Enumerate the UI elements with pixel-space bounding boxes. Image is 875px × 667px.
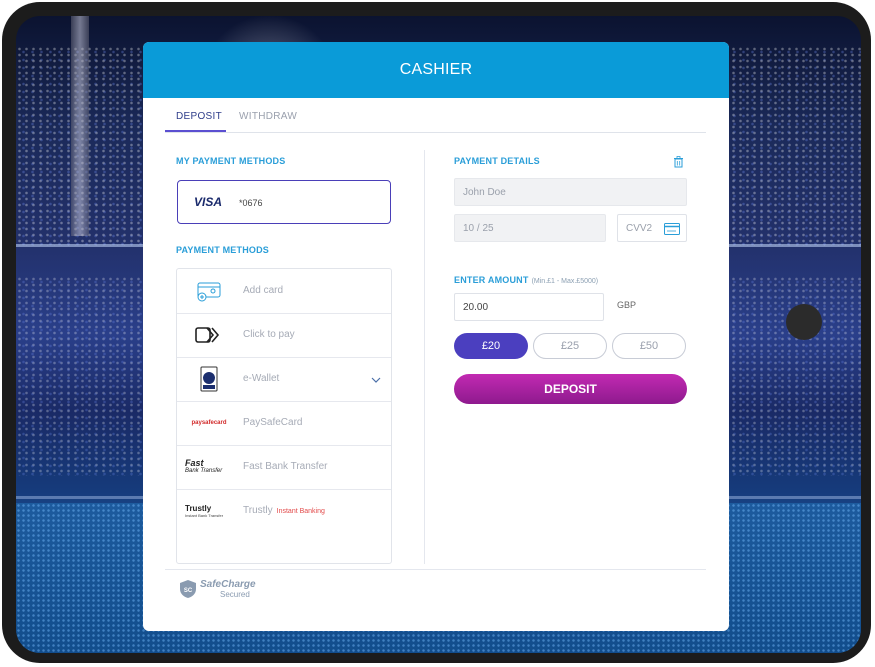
cvv-field[interactable]: CVV2 [617, 214, 687, 242]
method-ewallet[interactable]: e-Wallet [177, 357, 391, 402]
trustly-label: Trustly [243, 505, 273, 516]
svg-text:SC: SC [184, 588, 193, 594]
credit-card-icon [664, 223, 680, 238]
quick-amount-50[interactable]: £50 [612, 333, 686, 359]
trustly-sublabel: Instant Banking [276, 508, 325, 515]
safecharge-brand: SafeCharge [200, 578, 256, 590]
visa-logo: VISA [194, 195, 223, 209]
column-divider [424, 150, 425, 564]
method-trustly[interactable]: Trustly Instant Bank Transfer Trustly Ins… [177, 489, 391, 533]
chevron-down-icon[interactable] [371, 371, 381, 389]
safecharge-tagline: Secured [220, 589, 250, 599]
trash-icon[interactable] [673, 155, 684, 173]
shield-icon: SC [180, 580, 196, 598]
payment-methods-label: PAYMENT METHODS [176, 245, 270, 255]
fast-bank-transfer-logo: Fast Bank Transfer [185, 458, 223, 475]
ewallet-card-icon [185, 365, 233, 393]
tab-bar: DEPOSIT WITHDRAW [165, 108, 706, 133]
payment-details-label: PAYMENT DETAILS [454, 156, 540, 166]
method-fast-bank-transfer[interactable]: Fast Bank Transfer Fast Bank Transfer [177, 445, 391, 490]
saved-card-visa[interactable]: VISA *0676 [177, 180, 391, 224]
amount-input[interactable]: 20.00 [454, 293, 604, 321]
tab-deposit[interactable]: DEPOSIT [176, 111, 222, 122]
click-to-pay-icon [185, 321, 233, 349]
method-label: Fast Bank Transfer [243, 461, 328, 472]
card-number: *0676 [239, 198, 263, 208]
method-label: e-Wallet [243, 373, 280, 384]
quick-amount-25[interactable]: £25 [533, 333, 607, 359]
method-label: PaySafeCard [243, 417, 303, 428]
cvv-placeholder: CVV2 [626, 222, 653, 234]
amount-range: (Min.£1 - Max.£5000) [531, 278, 599, 285]
quick-amount-20[interactable]: £20 [454, 333, 528, 359]
currency-label: GBP [617, 300, 637, 310]
cashier-modal: CASHIER DEPOSIT WITHDRAW MY PAYMENT METH… [143, 42, 729, 631]
cardholder-name-field[interactable]: John Doe [454, 178, 687, 206]
method-click-to-pay[interactable]: Click to pay [177, 313, 391, 358]
modal-header: CASHIER [143, 42, 729, 98]
add-card-icon [185, 277, 233, 305]
method-label: Add card [243, 285, 284, 296]
method-paysafecard[interactable]: paysafecard PaySafeCard [177, 401, 391, 446]
deposit-button[interactable]: DEPOSIT [454, 374, 687, 404]
trustly-logo: Trustly Instant Bank Transfer [185, 504, 224, 518]
active-tab-indicator [165, 130, 226, 132]
expiry-date-field[interactable]: 10 / 25 [454, 214, 606, 242]
safecharge-badge: SC SafeCharge Secured [179, 579, 256, 599]
method-label: Click to pay [243, 329, 295, 340]
method-add-card[interactable]: Add card [177, 269, 391, 314]
enter-amount-label: ENTER AMOUNT (Min.£1 - Max.£5000) [454, 275, 598, 285]
footer-divider [165, 569, 706, 570]
paysafecard-logo: paysafecard [191, 420, 227, 426]
method-label: Trustly Instant Banking [243, 505, 325, 516]
my-payment-methods-label: MY PAYMENT METHODS [176, 156, 286, 166]
tab-withdraw[interactable]: WITHDRAW [239, 111, 297, 122]
background-circle [786, 304, 822, 340]
payment-methods-list: Add card Click to pay e-Wallet paysafeca… [176, 268, 392, 564]
modal-title: CASHIER [399, 61, 473, 78]
enter-amount-text: ENTER AMOUNT [454, 275, 529, 285]
stadium-pillar [71, 16, 89, 236]
